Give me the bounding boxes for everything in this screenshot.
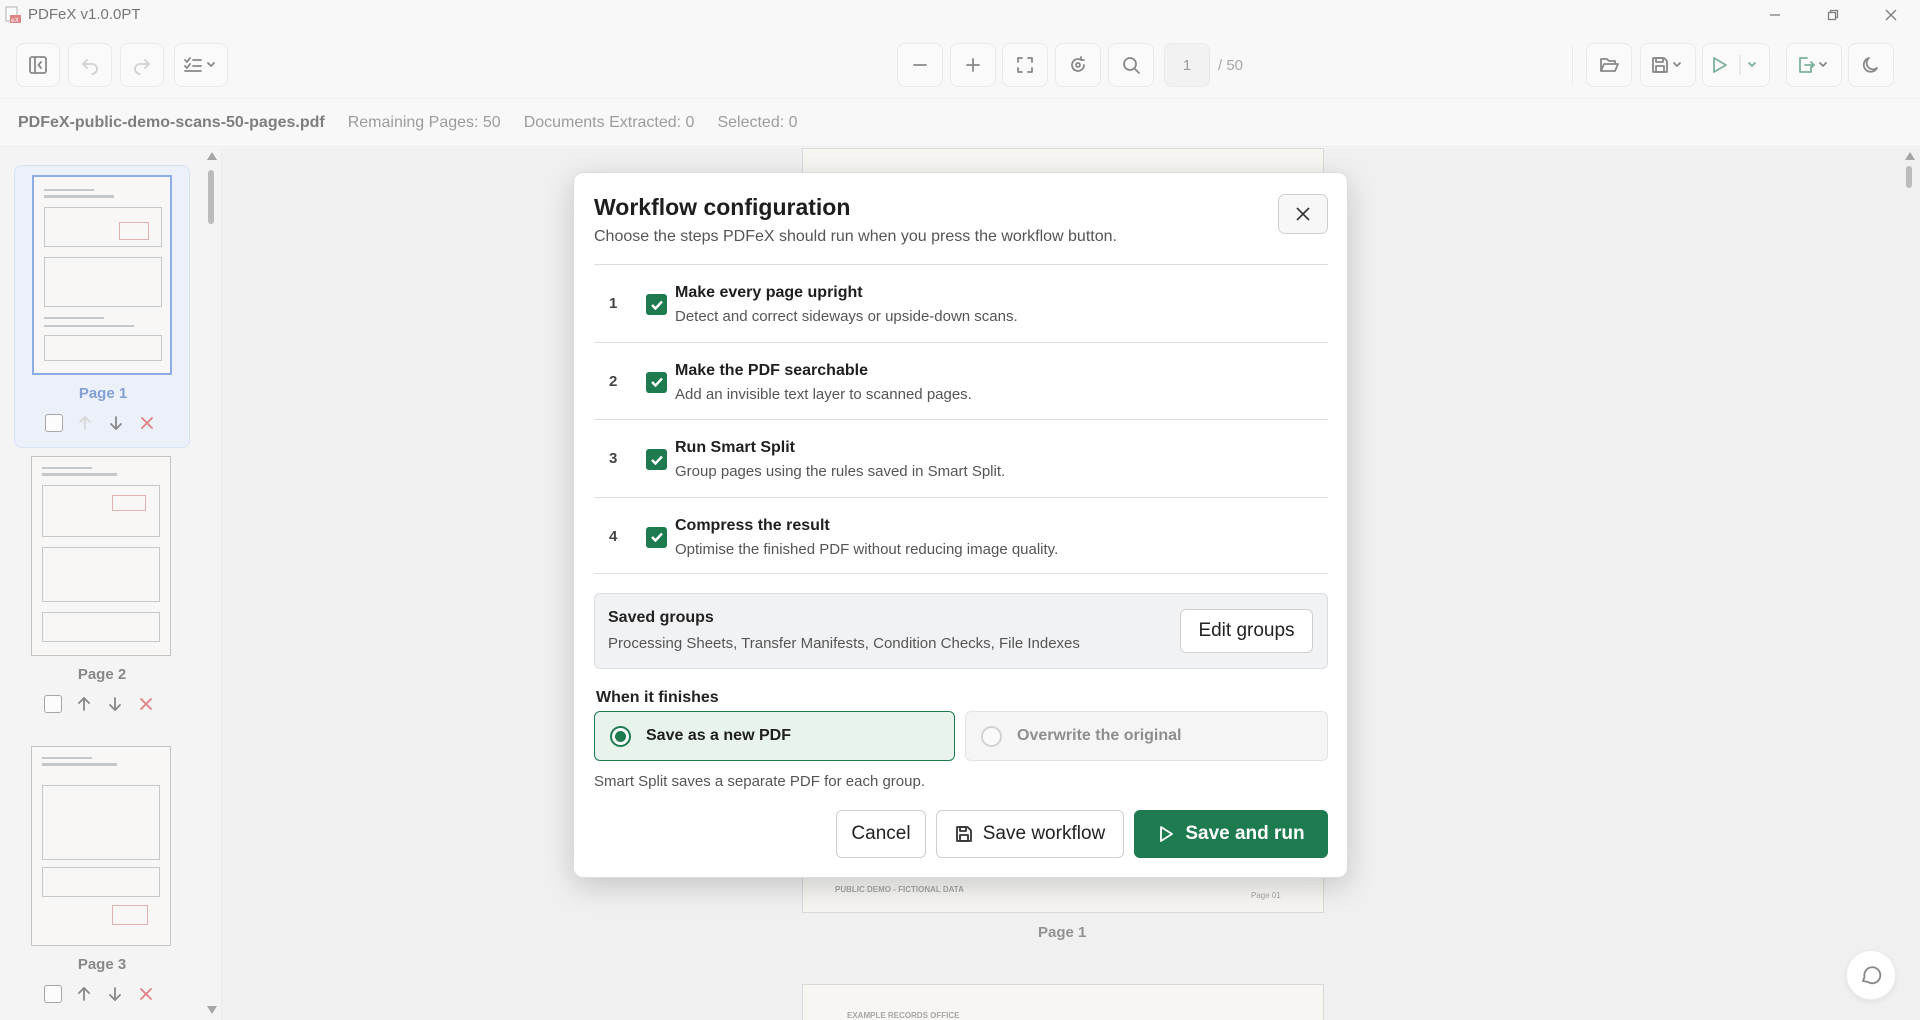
edit-groups-button[interactable]: Edit groups: [1180, 609, 1313, 653]
cancel-button[interactable]: Cancel: [836, 810, 926, 858]
save-and-run-button[interactable]: Save and run: [1134, 810, 1328, 858]
step-checkbox[interactable]: [646, 371, 667, 393]
saved-groups-panel: Saved groups Processing Sheets, Transfer…: [594, 593, 1328, 669]
save-workflow-label: Save workflow: [982, 823, 1106, 844]
saved-groups-list: Processing Sheets, Transfer Manifests, C…: [608, 635, 1080, 652]
step-checkbox[interactable]: [646, 449, 667, 470]
step-number: 2: [609, 372, 618, 390]
checkmark-icon: [650, 455, 663, 465]
workflow-step-searchable[interactable]: 2 Make the PDF searchable Add an invisib…: [594, 341, 1328, 420]
step-checkbox[interactable]: [646, 294, 667, 315]
play-icon: [1160, 826, 1174, 842]
checkmark-icon: [650, 532, 663, 543]
smart-split-note: Smart Split saves a separate PDF for eac…: [594, 773, 925, 790]
step-description: Optimise the finished PDF without reduci…: [675, 540, 1059, 558]
workflow-steps-list: 1 Make every page upright Detect and cor…: [594, 264, 1328, 574]
saved-groups-title: Saved groups: [608, 609, 714, 626]
step-description: Group pages using the rules saved in Sma…: [675, 463, 1006, 480]
overwrite-original-option: Overwrite the original: [965, 711, 1328, 761]
step-description: Add an invisible text layer to scanned p…: [675, 385, 972, 403]
dialog-title: Workflow configuration: [594, 194, 851, 220]
close-icon: [1296, 207, 1310, 221]
step-number: 3: [609, 450, 618, 467]
step-description: Detect and correct sideways or upside-do…: [675, 308, 1018, 325]
radio-selected[interactable]: [610, 725, 631, 747]
step-number: 1: [609, 295, 618, 312]
cancel-label: Cancel: [851, 823, 911, 844]
workflow-step-compress[interactable]: 4 Compress the result Optimise the finis…: [594, 496, 1328, 574]
save-workflow-button[interactable]: Save workflow: [936, 810, 1124, 858]
save-and-run-label: Save and run: [1185, 823, 1305, 844]
option-label: Save as a new PDF: [646, 727, 791, 744]
workflow-step-upright[interactable]: 1 Make every page upright Detect and cor…: [594, 264, 1328, 342]
step-title: Make the PDF searchable: [675, 361, 868, 379]
when-finishes-label: When it finishes: [596, 689, 719, 706]
workflow-configuration-dialog: Workflow configuration Choose the steps …: [573, 172, 1348, 878]
step-number: 4: [609, 527, 618, 545]
save-icon: [955, 826, 972, 842]
checkmark-icon: [650, 300, 663, 310]
step-title: Make every page upright: [675, 284, 863, 301]
step-title: Run Smart Split: [675, 439, 796, 456]
workflow-step-smart-split[interactable]: 3 Run Smart Split Group pages using the …: [594, 419, 1328, 497]
save-as-new-pdf-option[interactable]: Save as a new PDF: [594, 711, 955, 761]
dialog-close-button[interactable]: [1278, 194, 1328, 234]
step-checkbox[interactable]: [646, 526, 667, 548]
radio-unselected: [981, 725, 1002, 747]
option-label: Overwrite the original: [1017, 727, 1182, 744]
checkmark-icon: [650, 377, 663, 388]
dialog-subtitle: Choose the steps PDFeX should run when y…: [594, 228, 1117, 245]
step-title: Compress the result: [675, 516, 830, 534]
